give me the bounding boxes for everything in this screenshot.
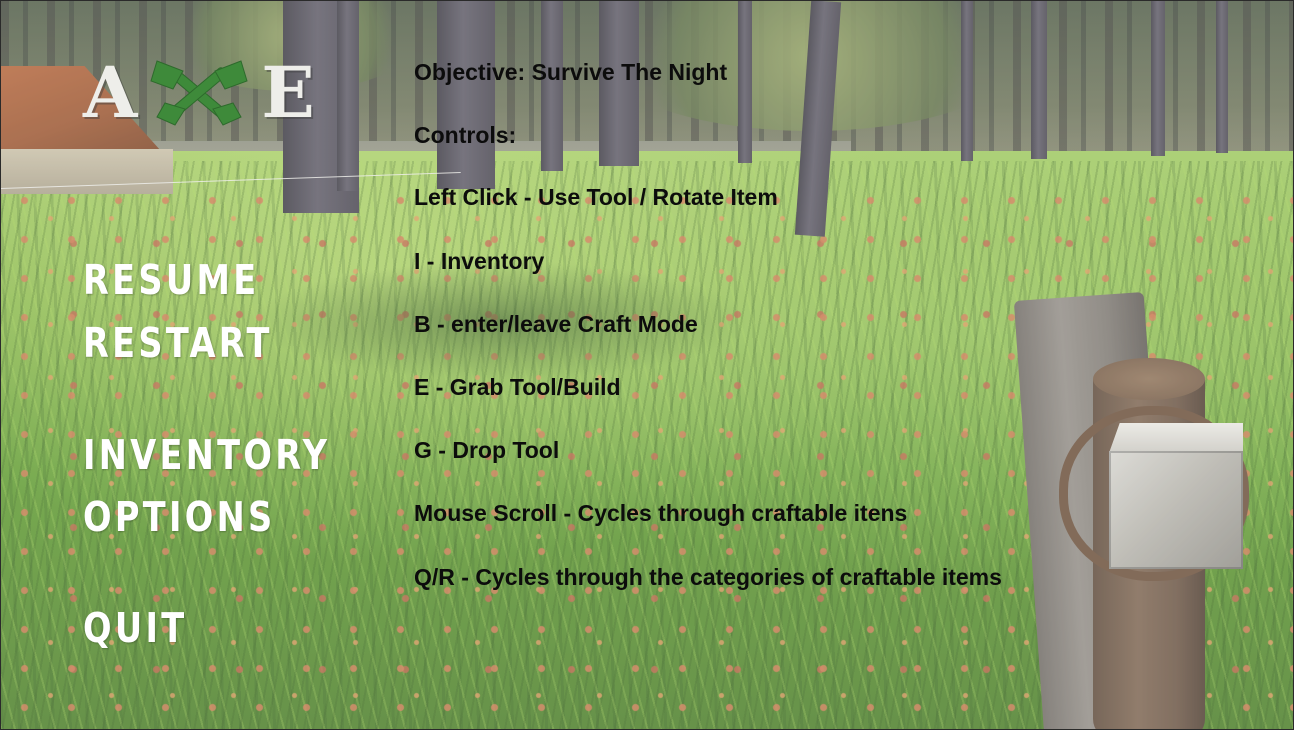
objective-text: Objective: Survive The Night xyxy=(414,59,728,85)
control-line: G - Drop Tool xyxy=(414,437,560,463)
crossed-axes-icon xyxy=(150,60,248,126)
control-line: B - enter/leave Craft Mode xyxy=(414,311,698,337)
game-viewport: A E RESUME RESTART INVENTORY OPTIONS QUI… xyxy=(0,0,1294,730)
controls-heading: Controls: xyxy=(414,122,517,148)
options-button[interactable]: OPTIONS xyxy=(83,493,276,541)
control-line: Q/R - Cycles through the categories of c… xyxy=(414,564,1002,590)
resume-button[interactable]: RESUME xyxy=(83,256,259,304)
control-line: Left Click - Use Tool / Rotate Item xyxy=(414,184,778,210)
game-logo: A E xyxy=(83,57,348,129)
restart-button[interactable]: RESTART xyxy=(83,319,273,367)
quit-button[interactable]: QUIT xyxy=(83,604,187,652)
logo-letter: E xyxy=(261,51,315,134)
control-line: Mouse Scroll - Cycles through craftable … xyxy=(414,500,908,526)
logo-letter: A xyxy=(83,51,138,134)
control-line: E - Grab Tool/Build xyxy=(414,374,621,400)
control-line: I - Inventory xyxy=(414,248,545,274)
inventory-button[interactable]: INVENTORY xyxy=(83,431,330,479)
